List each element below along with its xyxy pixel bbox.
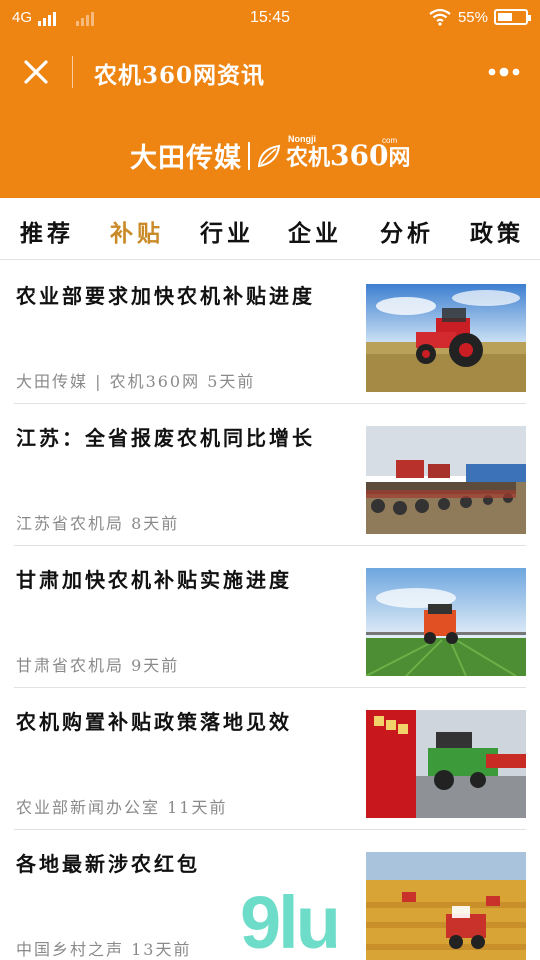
- category-tabs: 推荐 补贴 行业 企业 分析 政策: [0, 198, 540, 260]
- page-title: 农机360网资讯: [94, 62, 266, 89]
- news-item[interactable]: 农业部要求加快农机补贴进度 大田传媒 | 农机360网 5天前: [14, 262, 526, 404]
- nav-bar: 农机360网资讯: [0, 36, 540, 108]
- wifi-icon: [429, 8, 451, 26]
- news-list: 农业部要求加快农机补贴进度 大田传媒 | 农机360网 5天前 江苏：全省报废农…: [0, 262, 540, 960]
- tab-recommend[interactable]: 推荐: [20, 214, 74, 248]
- brand-site-number: 360: [330, 138, 389, 172]
- news-title: 江苏：全省报废农机同比增长: [16, 426, 315, 450]
- brand-banner: 大田传媒 Nongji com 农机360网: [0, 108, 540, 198]
- tab-industry[interactable]: 行业: [200, 214, 254, 248]
- battery-percent: 55%: [457, 8, 488, 26]
- close-button[interactable]: [18, 54, 54, 90]
- news-meta: 江苏省农机局 8天前: [16, 514, 180, 533]
- more-dots-icon: [488, 67, 520, 77]
- tab-subsidy[interactable]: 补贴: [110, 214, 164, 248]
- red-tractor-image: [366, 284, 526, 392]
- news-meta: 农业部新闻办公室 11天前: [16, 798, 228, 817]
- news-title: 农机购置补贴政策落地见效: [16, 710, 292, 734]
- status-bar: 4G 15:45 55%: [0, 0, 540, 36]
- news-meta: 中国乡村之声 13天前: [16, 940, 192, 959]
- news-title: 农业部要求加快农机补贴进度: [16, 284, 315, 308]
- news-item[interactable]: 农机购置补贴政策落地见效 农业部新闻办公室 11天前: [14, 688, 526, 830]
- brand-site-suffix: 网: [388, 145, 411, 171]
- scrapped-machinery-image: [366, 426, 526, 534]
- more-button[interactable]: [486, 60, 522, 84]
- watermark-logo: 9lu: [240, 881, 341, 960]
- brand-site-cn: 农机: [286, 145, 331, 171]
- battery-icon: [494, 9, 531, 25]
- tab-policy[interactable]: 政策: [470, 214, 524, 248]
- tab-enterprise[interactable]: 企业: [288, 214, 342, 248]
- green-harvester-image: [366, 710, 526, 818]
- news-item[interactable]: 甘肃加快农机补贴实施进度 甘肃省农机局 9天前: [14, 546, 526, 688]
- sprayer-tractor-image: [366, 568, 526, 676]
- brand-site: Nongji com 农机360网: [286, 134, 411, 172]
- news-meta: 大田传媒 | 农机360网 5天前: [16, 372, 256, 391]
- news-item[interactable]: 江苏：全省报废农机同比增长 江苏省农机局 8天前: [14, 404, 526, 546]
- brand-name: 大田传媒: [130, 143, 242, 174]
- news-meta: 甘肃省农机局 9天前: [16, 656, 180, 675]
- status-right: 55%: [428, 8, 531, 26]
- brand-com: com: [382, 135, 398, 145]
- wheat-harvest-image: [366, 852, 526, 960]
- brand-separator: [248, 141, 250, 170]
- brand-logo: 大田传媒 Nongji com 农机360网: [130, 134, 411, 175]
- close-icon: [24, 60, 48, 84]
- news-title: 甘肃加快农机补贴实施进度: [16, 568, 292, 592]
- news-title: 各地最新涉农红包: [16, 852, 200, 876]
- brand-pinyin: Nongji: [288, 133, 316, 144]
- nav-divider: [72, 56, 73, 88]
- leaf-icon: [257, 144, 281, 167]
- tab-analysis[interactable]: 分析: [380, 214, 434, 248]
